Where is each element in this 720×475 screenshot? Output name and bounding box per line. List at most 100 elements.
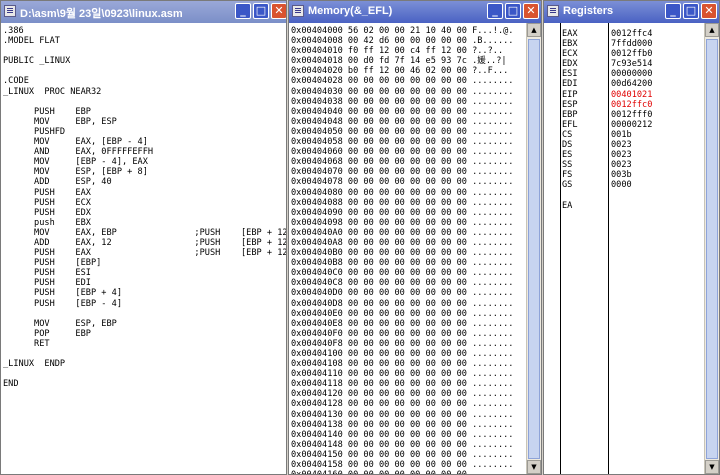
close-button[interactable]: ✕ bbox=[701, 3, 717, 19]
scroll-thumb[interactable] bbox=[706, 39, 718, 459]
memory-row: 0x00404030 00 00 00 00 00 00 00 00 .....… bbox=[291, 86, 514, 97]
scroll-down-button[interactable]: ▼ bbox=[527, 460, 541, 474]
registers-window-title: Registers bbox=[563, 5, 614, 17]
memory-row: 0x00404160 00 00 00 00 00 00 00 00 .....… bbox=[291, 470, 527, 474]
memory-row: 0x00404000 56 02 00 00 21 10 40 00 F...!… bbox=[291, 26, 514, 36]
memory-row: 0x00404018 00 d0 fd 7f 14 e5 93 7c .媛..?… bbox=[291, 56, 507, 67]
memory-row: 0x00404150 00 00 00 00 00 00 00 00 .....… bbox=[291, 449, 514, 460]
source-line: MOV EAX, EBP ;PUSH [EBP + 12] bbox=[3, 227, 287, 238]
register-name: EBP bbox=[562, 109, 578, 120]
source-line: MOV [EBP - 4], EAX bbox=[3, 157, 148, 168]
scroll-down-button[interactable]: ▼ bbox=[705, 460, 719, 474]
memory-row: 0x004040C0 00 00 00 00 00 00 00 00 .....… bbox=[291, 268, 514, 279]
memory-row: 0x00404078 00 00 00 00 00 00 00 00 .....… bbox=[291, 177, 514, 188]
register-name: ESI bbox=[562, 69, 578, 80]
memory-row: 0x00404090 00 00 00 00 00 00 00 00 .....… bbox=[291, 207, 514, 218]
source-line: PUSH ESI bbox=[3, 268, 91, 279]
document-icon bbox=[4, 5, 16, 17]
registers-view[interactable]: EAX 0012ffc4 EBX 7ffdd000 ECX 0012ffb0 EDX 7c93… bbox=[544, 23, 705, 474]
close-button[interactable]: ✕ bbox=[523, 3, 539, 19]
source-line: PUSH [EBP - 4] bbox=[3, 298, 122, 309]
memory-row: 0x00404028 00 00 00 00 00 00 00 00 .....… bbox=[291, 76, 514, 87]
source-line: POP EBP bbox=[3, 328, 91, 339]
source-line: _LINUX ENDP bbox=[3, 359, 66, 370]
memory-row: 0x004040F0 00 00 00 00 00 00 00 00 .....… bbox=[291, 328, 514, 339]
memory-row: 0x00404048 00 00 00 00 00 00 00 00 .....… bbox=[291, 116, 514, 127]
register-name: ESP bbox=[562, 99, 578, 110]
source-line bbox=[3, 97, 286, 107]
memory-row: 0x00404100 00 00 00 00 00 00 00 00 .....… bbox=[291, 349, 514, 359]
register-name: EBX bbox=[562, 39, 578, 50]
register-name: EAX bbox=[562, 29, 578, 39]
scroll-up-button[interactable]: ▲ bbox=[705, 23, 719, 37]
memory-row: 0x00404050 00 00 00 00 00 00 00 00 .....… bbox=[291, 126, 514, 137]
minimize-button[interactable]: _ bbox=[235, 3, 251, 19]
memory-row: 0x004040D8 00 00 00 00 00 00 00 00 .....… bbox=[291, 298, 514, 309]
source-line: ADD EAX, 12 ;PUSH [EBP + 12] bbox=[3, 237, 287, 248]
register-name: EFL bbox=[562, 119, 578, 130]
source-line bbox=[3, 309, 286, 319]
source-line: push EBX bbox=[3, 217, 91, 228]
register-name: GS bbox=[562, 180, 573, 191]
source-window-titlebar[interactable]: D:\asm\9월 23일\0923\linux.asm _ □ ✕ bbox=[1, 1, 286, 23]
memory-row: 0x00404058 00 00 00 00 00 00 00 00 .....… bbox=[291, 137, 514, 148]
register-name: EIP bbox=[562, 89, 578, 100]
source-line: _LINUX PROC NEAR32 bbox=[3, 86, 102, 97]
source-line: PUSH EDX bbox=[3, 207, 91, 218]
source-line: .386 bbox=[3, 26, 24, 36]
register-value: 0000 bbox=[611, 180, 632, 191]
register-value: 0023 bbox=[611, 150, 632, 161]
minimize-button[interactable]: _ bbox=[487, 3, 503, 19]
source-line bbox=[3, 369, 286, 379]
memory-row: 0x00404120 00 00 00 00 00 00 00 00 .....… bbox=[291, 389, 514, 400]
source-line: MOV EBP, ESP bbox=[3, 116, 117, 127]
register-column-divider bbox=[560, 23, 561, 474]
memory-row: 0x00404068 00 00 00 00 00 00 00 00 .....… bbox=[291, 157, 514, 168]
registers-icon bbox=[547, 5, 559, 17]
memory-row: 0x00404010 f0 ff 12 00 c4 ff 12 00 ?..?.… bbox=[291, 46, 504, 57]
source-line bbox=[3, 66, 286, 76]
memory-window-title: Memory(&_EFL) bbox=[308, 5, 393, 17]
memory-row: 0x004040B0 00 00 00 00 00 00 00 00 .....… bbox=[291, 248, 514, 259]
source-line: PUSH [EBP + 4] bbox=[3, 288, 122, 299]
scroll-thumb[interactable] bbox=[528, 39, 540, 459]
maximize-button[interactable]: □ bbox=[253, 3, 269, 19]
source-code-view[interactable]: .386 .MODEL FLAT PUBLIC _LINUX .CODE _LINUX … bbox=[1, 23, 286, 474]
memory-window[interactable]: Memory(&_EFL) _ □ ✕ 0x00404000 56 02 00 … bbox=[288, 0, 542, 475]
memory-row: 0x00404130 00 00 00 00 00 00 00 00 .....… bbox=[291, 409, 514, 420]
memory-row: 0x00404108 00 00 00 00 00 00 00 00 .....… bbox=[291, 359, 514, 370]
source-line: PUSH EAX bbox=[3, 187, 91, 198]
source-line: PUSH ECX bbox=[3, 197, 91, 208]
source-line: PUSH EDI bbox=[3, 278, 91, 289]
memory-row: 0x00404060 00 00 00 00 00 00 00 00 .....… bbox=[291, 147, 514, 158]
register-value: 0023 bbox=[611, 140, 632, 151]
memory-scrollbar[interactable]: ▲ ▼ bbox=[526, 23, 541, 474]
register-name: SS bbox=[562, 160, 573, 171]
register-name: EA bbox=[562, 200, 573, 211]
memory-row: 0x00404148 00 00 00 00 00 00 00 00 .....… bbox=[291, 439, 514, 450]
maximize-button[interactable]: □ bbox=[683, 3, 699, 19]
register-value: 00000212 bbox=[611, 119, 653, 130]
memory-window-titlebar[interactable]: Memory(&_EFL) _ □ ✕ bbox=[289, 1, 541, 23]
source-line: PUSH [EBP] bbox=[3, 258, 102, 269]
source-window[interactable]: D:\asm\9월 23일\0923\linux.asm _ □ ✕ .386.… bbox=[0, 0, 287, 475]
register-value: 00d64200 bbox=[611, 79, 653, 90]
maximize-button[interactable]: □ bbox=[505, 3, 521, 19]
close-button[interactable]: ✕ bbox=[271, 3, 286, 19]
minimize-button[interactable]: _ bbox=[665, 3, 681, 19]
registers-window-titlebar[interactable]: Registers _ □ ✕ bbox=[544, 1, 719, 23]
register-name: DS bbox=[562, 140, 573, 151]
registers-window[interactable]: Registers _ □ ✕ EAX 0012ffc4 EBX 7ffdd000 EC… bbox=[543, 0, 720, 475]
register-value: 0012fff0 bbox=[611, 109, 653, 120]
source-line: ADD ESP, 40 bbox=[3, 177, 112, 188]
memory-row: 0x00404158 00 00 00 00 00 00 00 00 .....… bbox=[291, 460, 514, 471]
memory-row: 0x004040A0 00 00 00 00 00 00 00 00 .....… bbox=[291, 227, 514, 238]
memory-row: 0x00404110 00 00 00 00 00 00 00 00 .....… bbox=[291, 369, 514, 380]
memory-dump-view[interactable]: 0x00404000 56 02 00 00 21 10 40 00 F...!… bbox=[289, 23, 527, 474]
register-value: 0012ffc0 bbox=[611, 99, 653, 110]
scroll-up-button[interactable]: ▲ bbox=[527, 23, 541, 37]
source-line: PUSHFD bbox=[3, 126, 66, 137]
register-name: CS bbox=[562, 129, 573, 140]
registers-scrollbar[interactable]: ▲ ▼ bbox=[704, 23, 719, 474]
memory-icon bbox=[292, 5, 304, 17]
